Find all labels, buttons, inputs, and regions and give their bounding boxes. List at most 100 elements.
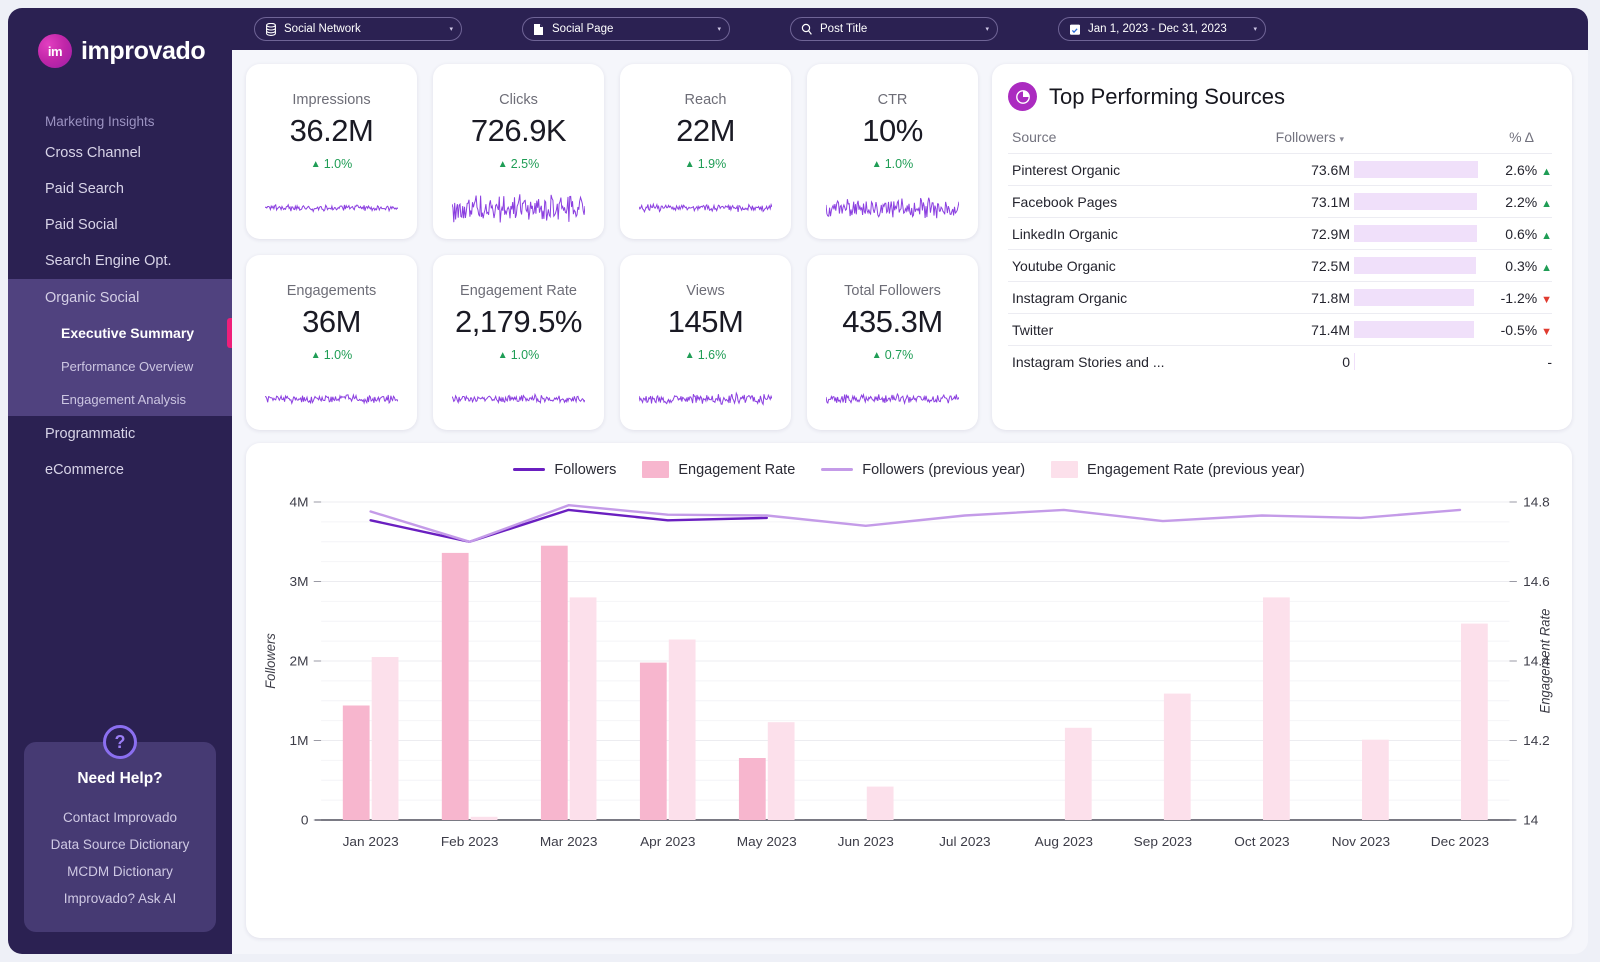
kpi-card-ctr[interactable]: CTR 10% ▲1.0% bbox=[807, 64, 978, 239]
help-link-mcdm-dictionary[interactable]: MCDM Dictionary bbox=[34, 858, 206, 885]
cell-bar bbox=[1350, 218, 1478, 250]
arrow-up-icon: ▲ bbox=[685, 350, 695, 361]
legend-label: Engagement Rate (previous year) bbox=[1087, 462, 1305, 478]
sidebar-item-paid-search[interactable]: Paid Search bbox=[8, 171, 232, 207]
filter-date-range-label: Jan 1, 2023 - Dec 31, 2023 bbox=[1088, 23, 1246, 35]
chart-bar[interactable] bbox=[1263, 597, 1290, 820]
top-sources-header: Top Performing Sources bbox=[1008, 82, 1552, 111]
kpi-card-engagement-rate[interactable]: Engagement Rate 2,179.5% ▲1.0% bbox=[433, 255, 604, 430]
legend-label: Engagement Rate bbox=[678, 462, 795, 478]
filter-social-network[interactable]: Social Network ▾ bbox=[254, 17, 462, 41]
chart-bar[interactable] bbox=[541, 546, 568, 820]
sidebar-group-title[interactable]: Organic Social bbox=[8, 279, 232, 316]
chart-bar[interactable] bbox=[1065, 728, 1092, 820]
chart-bar[interactable] bbox=[1362, 740, 1389, 820]
arrow-down-icon: ▼ bbox=[1541, 294, 1552, 306]
y2-axis-tick: 14.2 bbox=[1523, 733, 1550, 748]
chart-bar[interactable] bbox=[471, 817, 498, 820]
chart-bar[interactable] bbox=[1461, 624, 1488, 820]
sparkline bbox=[826, 382, 959, 416]
chart-bar[interactable] bbox=[669, 640, 696, 821]
chevron-down-icon[interactable]: ▾ bbox=[717, 25, 721, 33]
help-link-improvado-ask-ai[interactable]: Improvado? Ask AI bbox=[34, 885, 206, 912]
chevron-down-icon[interactable]: ▾ bbox=[985, 25, 989, 33]
cell-delta: -0.5% ▼ bbox=[1478, 314, 1552, 346]
chart-bar[interactable] bbox=[442, 553, 469, 820]
legend-swatch-marker bbox=[642, 461, 669, 478]
kpi-card-clicks[interactable]: Clicks 726.9K ▲2.5% bbox=[433, 64, 604, 239]
x-axis-tick: Dec 2023 bbox=[1431, 834, 1489, 849]
sidebar-item-ecommerce[interactable]: eCommerce bbox=[8, 452, 232, 488]
table-row[interactable]: Twitter71.4M-0.5% ▼ bbox=[1008, 314, 1552, 346]
sidebar-item-programmatic[interactable]: Programmatic bbox=[8, 416, 232, 452]
chart-line[interactable] bbox=[371, 505, 1460, 542]
filter-social-network-label: Social Network bbox=[284, 23, 442, 35]
legend-label: Followers bbox=[554, 462, 616, 478]
bar-track bbox=[1354, 161, 1478, 178]
kpi-card-impressions[interactable]: Impressions 36.2M ▲1.0% bbox=[246, 64, 417, 239]
chart-bar[interactable] bbox=[640, 663, 667, 820]
help-section: ? Need Help? Contact Improvado Data Sour… bbox=[8, 727, 232, 954]
y-axis-tick: 3M bbox=[290, 574, 309, 589]
table-row[interactable]: Instagram Organic71.8M-1.2% ▼ bbox=[1008, 282, 1552, 314]
sidebar: im improvado Marketing Insights Cross Ch… bbox=[8, 8, 232, 954]
legend-item-engagement-rate[interactable]: Engagement Rate bbox=[642, 461, 795, 478]
y2-axis-title: Engagement Rate bbox=[1537, 609, 1552, 714]
kpi-card-reach[interactable]: Reach 22M ▲1.9% bbox=[620, 64, 791, 239]
cell-delta: 2.2% ▲ bbox=[1478, 186, 1552, 218]
sidebar-section-label: Marketing Insights bbox=[8, 108, 232, 135]
sort-caret-icon[interactable]: ▾ bbox=[1339, 134, 1344, 144]
cell-followers: 73.6M bbox=[1264, 154, 1350, 186]
cell-bar bbox=[1350, 282, 1478, 314]
chevron-down-icon[interactable]: ▾ bbox=[1253, 25, 1257, 33]
help-link-contact-improvado[interactable]: Contact Improvado bbox=[34, 804, 206, 831]
chevron-down-icon[interactable]: ▾ bbox=[449, 25, 453, 33]
sidebar-item-executive-summary[interactable]: Executive Summary bbox=[8, 316, 232, 350]
table-row[interactable]: Instagram Stories and ...0- bbox=[1008, 346, 1552, 378]
sidebar-item-performance-overview[interactable]: Performance Overview bbox=[8, 350, 232, 383]
chart-bar[interactable] bbox=[867, 787, 894, 820]
col-source[interactable]: Source bbox=[1008, 125, 1264, 154]
bar-fill bbox=[1354, 353, 1355, 370]
brand-logo[interactable]: im improvado bbox=[8, 8, 232, 68]
kpi-card-views[interactable]: Views 145M ▲1.6% bbox=[620, 255, 791, 430]
kpi-card-engagements[interactable]: Engagements 36M ▲1.0% bbox=[246, 255, 417, 430]
sparkline bbox=[452, 382, 585, 416]
sidebar-item-paid-social[interactable]: Paid Social bbox=[8, 207, 232, 243]
help-link-data-source-dictionary[interactable]: Data Source Dictionary bbox=[34, 831, 206, 858]
table-row[interactable]: Facebook Pages73.1M2.2% ▲ bbox=[1008, 186, 1552, 218]
calendar-icon bbox=[1068, 23, 1081, 36]
table-row[interactable]: LinkedIn Organic72.9M0.6% ▲ bbox=[1008, 218, 1552, 250]
sidebar-item-engagement-analysis[interactable]: Engagement Analysis bbox=[8, 383, 232, 416]
sidebar-item-cross-channel[interactable]: Cross Channel bbox=[8, 135, 232, 171]
chart-plot-area: 01M2M3M4M1414.214.414.614.8FollowersEnga… bbox=[256, 480, 1562, 861]
chart-bar[interactable] bbox=[343, 706, 370, 821]
table-row[interactable]: Youtube Organic72.5M0.3% ▲ bbox=[1008, 250, 1552, 282]
bar-track bbox=[1354, 225, 1478, 242]
filter-date-range[interactable]: Jan 1, 2023 - Dec 31, 2023 ▾ bbox=[1058, 17, 1266, 41]
filter-post-title-label: Post Title bbox=[820, 23, 978, 35]
chart-bar[interactable] bbox=[768, 722, 795, 820]
col-followers[interactable]: Followers ▾ bbox=[1264, 125, 1350, 154]
chart-bar[interactable] bbox=[372, 657, 399, 820]
table-row[interactable]: Pinterest Organic73.6M2.6% ▲ bbox=[1008, 154, 1552, 186]
x-axis-tick: Feb 2023 bbox=[441, 834, 499, 849]
chart-bar[interactable] bbox=[739, 758, 766, 820]
cell-delta: -1.2% ▼ bbox=[1478, 282, 1552, 314]
cell-source: Pinterest Organic bbox=[1008, 154, 1264, 186]
legend-item-engagement-rate-previous-year[interactable]: Engagement Rate (previous year) bbox=[1051, 461, 1305, 478]
filter-post-title[interactable]: Post Title ▾ bbox=[790, 17, 998, 41]
col-delta[interactable]: % Δ bbox=[1478, 125, 1552, 154]
chart-bar[interactable] bbox=[570, 597, 597, 820]
chart-bar[interactable] bbox=[1164, 694, 1191, 820]
filter-social-page[interactable]: Social Page ▾ bbox=[522, 17, 730, 41]
kpi-card-total-followers[interactable]: Total Followers 435.3M ▲0.7% bbox=[807, 255, 978, 430]
arrow-up-icon: ▲ bbox=[1541, 198, 1552, 210]
legend-item-followers[interactable]: Followers bbox=[513, 462, 616, 478]
legend-item-followers-previous-year[interactable]: Followers (previous year) bbox=[821, 462, 1025, 478]
cell-delta: - bbox=[1478, 346, 1552, 378]
bar-track bbox=[1354, 321, 1478, 338]
database-icon bbox=[264, 23, 277, 36]
sparkline bbox=[639, 382, 772, 416]
sidebar-item-search-engine-opt[interactable]: Search Engine Opt. bbox=[8, 243, 232, 279]
